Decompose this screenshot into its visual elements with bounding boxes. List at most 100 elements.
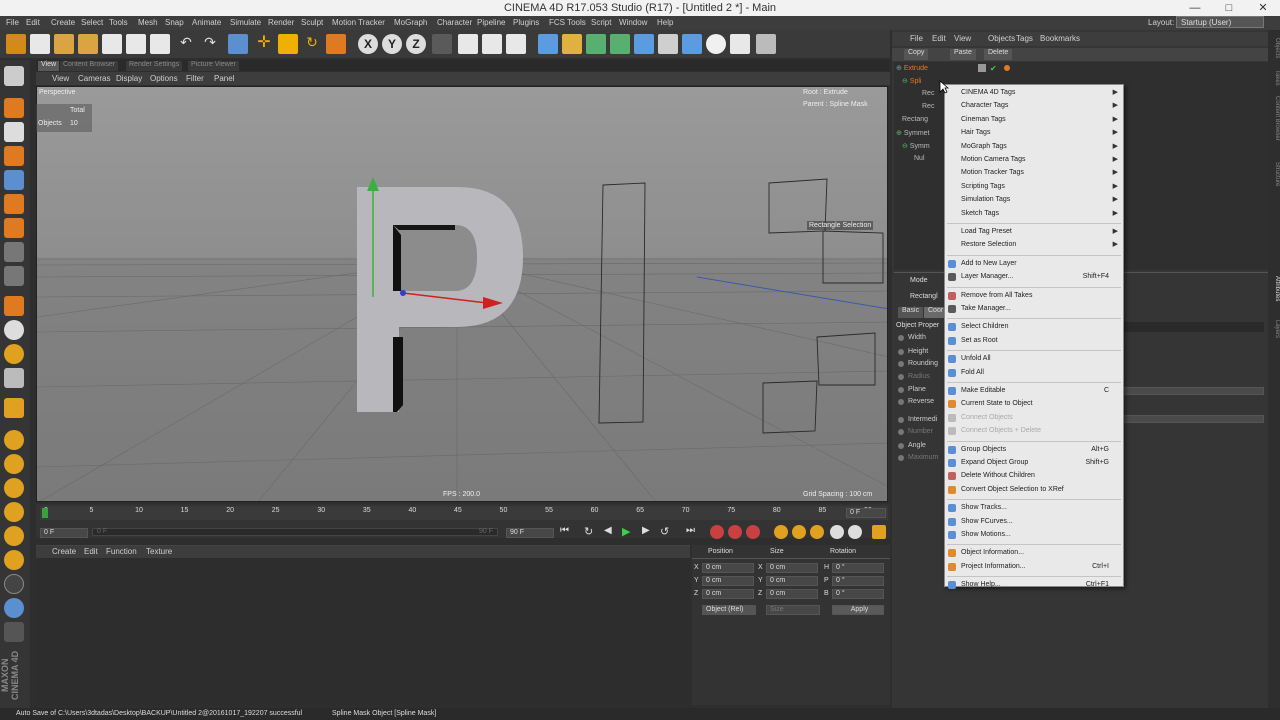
fcs-tool-icon[interactable] [756,34,776,54]
menu-item-unfold-all[interactable]: Unfold All [945,353,1123,365]
menu-item-show-motions[interactable]: Show Motions... [945,529,1123,541]
polygons-mode-icon[interactable] [4,218,24,238]
viewport-menu-panel[interactable]: Panel [214,74,234,83]
y-axis-button[interactable]: Y [382,34,402,54]
previous-frame-icon[interactable]: ◀ [604,525,618,539]
move-tool-icon[interactable]: ✛ [254,34,274,54]
go-to-start-icon[interactable]: ⏮ [560,525,574,539]
menu-item-fold-all[interactable]: Fold All [945,367,1123,379]
menu-item-character-tags[interactable]: Character Tags ▶ [945,100,1123,112]
record-active-icon[interactable] [710,525,724,539]
object-pivot[interactable] [400,290,406,296]
autokey-icon[interactable] [728,525,742,539]
edges-mode-icon[interactable] [4,194,24,214]
magnet-icon[interactable] [4,398,24,418]
side-tab-takes[interactable]: Takes [1268,70,1280,86]
menu-item-project-information[interactable]: Project Information... Ctrl+I [945,561,1123,573]
menu-snap[interactable]: Snap [165,18,184,27]
menu-item-show-tracks[interactable]: Show Tracks... [945,502,1123,514]
prop-animate-dot[interactable] [898,399,904,405]
position-field-y[interactable]: 0 cm [702,576,754,586]
solo-mode-icon[interactable] [4,526,24,546]
rotation-key-icon[interactable] [810,525,824,539]
timeline-ruler[interactable]: 051015202530354045505560657075808590 [40,506,888,520]
3d-viewport[interactable]: Perspective Root : Extrude Parent : Spli… [36,86,888,502]
y-axis-arrow[interactable] [367,177,379,191]
menu-item-object-information[interactable]: Object Information... [945,547,1123,559]
menu-item-make-editable[interactable]: Make Editable C [945,385,1123,397]
solo-selection-icon[interactable] [4,478,24,498]
menu-pipeline[interactable]: Pipeline [477,18,505,27]
snap-icon[interactable] [4,320,24,340]
menu-item-set-as-root[interactable]: Set as Root [945,335,1123,347]
close-button[interactable]: ✕ [1246,0,1280,16]
menu-item-expand-object-group[interactable]: Expand Object Group Shift+G [945,457,1123,469]
prop-animate-dot[interactable] [898,349,904,355]
menu-create[interactable]: Create [51,18,75,27]
rotate-tool-icon[interactable]: ↻ [302,34,322,54]
keyframe-selection-icon[interactable] [746,525,760,539]
menu-item-restore-selection[interactable]: Restore Selection ▶ [945,239,1123,251]
object-menu-edit[interactable]: Edit [932,34,946,43]
menu-item-add-to-new-layer[interactable]: Add to New Layer [945,258,1123,270]
menu-tools[interactable]: Tools [109,18,128,27]
prop-animate-dot[interactable] [898,443,904,449]
z-axis-button[interactable]: Z [406,34,426,54]
viewport-menu-cameras[interactable]: Cameras [78,74,110,83]
rotation-field-h[interactable]: 0 ° [832,563,884,573]
object-menu-objects[interactable]: Objects [988,34,1015,43]
start-frame-field[interactable]: 0 F [40,528,88,538]
current-frame-field[interactable]: 0 F [846,508,886,518]
model-mode-icon[interactable] [4,98,24,118]
menu-item-sketch-tags[interactable]: Sketch Tags ▶ [945,208,1123,220]
prop-animate-dot[interactable] [898,374,904,380]
object-menu-view[interactable]: View [954,34,971,43]
rotation-field-p[interactable]: 0 ° [832,576,884,586]
object-menu-file[interactable]: File [910,34,923,43]
coord-mode-select[interactable]: Object (Rel) [702,605,756,615]
texture-mode-icon[interactable] [4,122,24,142]
side-tab-attributes[interactable]: Attributes [1268,276,1280,301]
render-picture-viewer-icon[interactable] [482,34,502,54]
menu-item-take-manager[interactable]: Take Manager... [945,303,1123,315]
play-icon[interactable]: ▶ [622,525,636,539]
position-field-z[interactable]: 0 cm [702,589,754,599]
next-key-icon[interactable]: ↺ [660,525,674,539]
parameter-key-icon[interactable] [830,525,844,539]
size-mode-select[interactable]: Size [766,605,820,615]
light-icon[interactable] [706,34,726,54]
render-view-icon[interactable] [458,34,478,54]
size-field-z[interactable]: 0 cm [766,589,818,599]
uv-mode-icon[interactable] [4,242,24,262]
camera-icon[interactable] [682,34,702,54]
make-editable-icon[interactable] [4,66,24,86]
rectangle-splines[interactable] [598,178,884,434]
menu-render[interactable]: Render [268,18,294,27]
menu-item-show-help[interactable]: Show Help... Ctrl+F1 [945,579,1123,591]
solo-icon[interactable] [4,430,24,450]
attr-tab-basic[interactable]: Basic [898,307,924,318]
menu-item-motion-camera-tags[interactable]: Motion Camera Tags ▶ [945,154,1123,166]
solo-off-icon[interactable] [4,502,24,522]
position-field-x[interactable]: 0 cm [702,563,754,573]
globe-icon[interactable] [4,598,24,618]
minimize-button[interactable]: — [1178,0,1212,16]
x-axis-button[interactable]: X [358,34,378,54]
recent-tool-icon[interactable] [326,34,346,54]
menu-item-cineman-tags[interactable]: Cineman Tags ▶ [945,114,1123,126]
viewport-menu-view[interactable]: View [52,74,69,83]
scale-tool-icon[interactable] [278,34,298,54]
side-tab-structure[interactable]: Structure [1268,162,1280,186]
prop-animate-dot[interactable] [898,429,904,435]
menu-item-scripting-tags[interactable]: Scripting Tags ▶ [945,181,1123,193]
object-menu-tags[interactable]: Tags [1016,34,1033,43]
python-script-icon[interactable] [730,34,750,54]
save-icon[interactable] [102,34,122,54]
points-mode-icon[interactable] [4,170,24,190]
workplane-icon[interactable] [4,368,24,388]
prop-animate-dot[interactable] [898,387,904,393]
render-settings-icon[interactable] [506,34,526,54]
undo-icon[interactable]: ↶ [176,34,196,54]
new-scene-icon[interactable] [30,34,50,54]
prop-animate-dot[interactable] [898,361,904,367]
